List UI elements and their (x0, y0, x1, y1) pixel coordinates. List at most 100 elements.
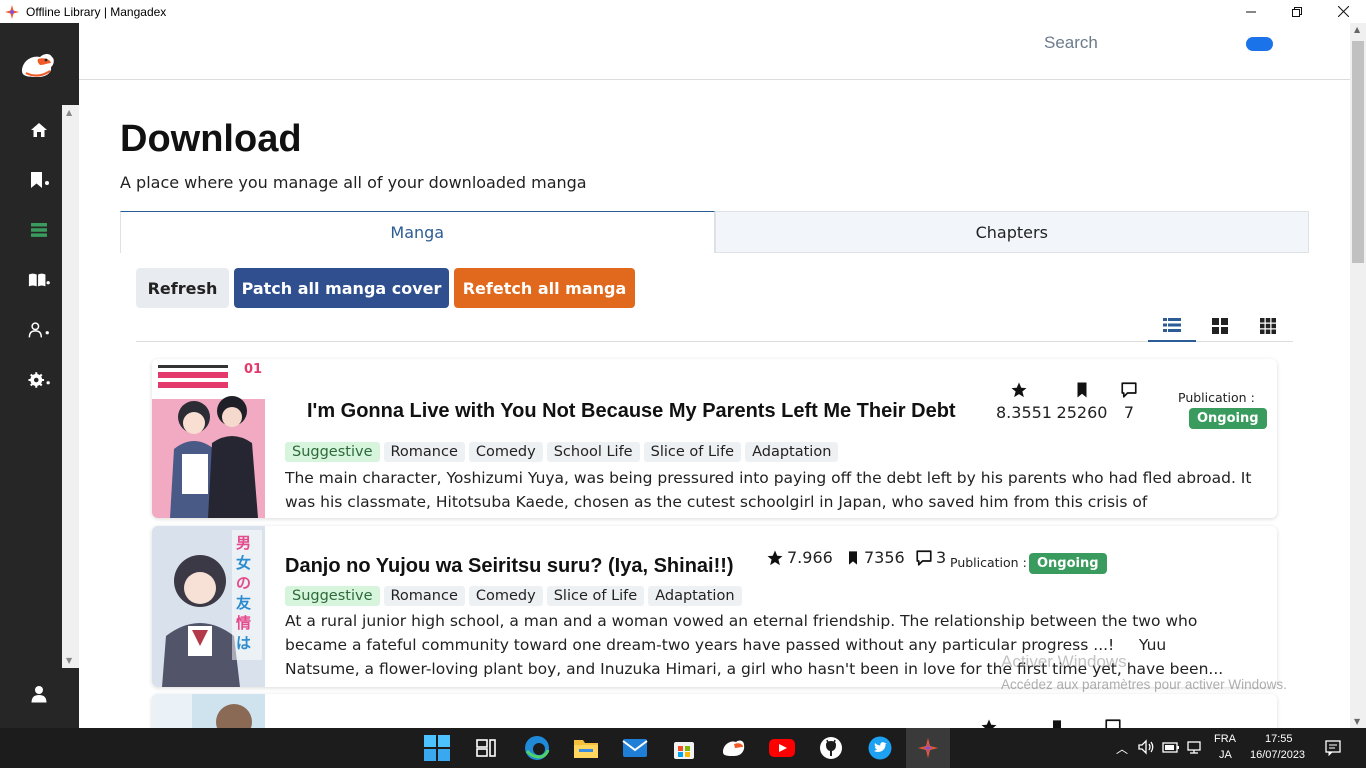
tray-chevron-icon[interactable]: ︿ (1116, 740, 1128, 757)
status-badge: Ongoing (1029, 553, 1107, 574)
svg-text:は: は (236, 634, 251, 652)
bookmark-icon (1053, 720, 1061, 728)
bookmark-icon (849, 550, 857, 565)
search-input[interactable] (1044, 32, 1214, 54)
grid-small-view-icon[interactable] (1244, 310, 1292, 342)
tag-list: Suggestive Romance Comedy Slice of Life … (285, 586, 742, 606)
comments-stat: 7 (1116, 381, 1142, 422)
user-icon[interactable] (28, 683, 50, 705)
bookmark-icon[interactable] (28, 169, 50, 191)
rating-value: 7.966 (787, 548, 833, 567)
bookmark-icon (1077, 382, 1087, 398)
comments-stat: 3 (915, 548, 946, 567)
network-icon[interactable] (1186, 740, 1202, 757)
notifications-icon[interactable] (1325, 740, 1341, 759)
tag-suggestive[interactable]: Suggestive (285, 442, 380, 462)
tab-chapters[interactable]: Chapters (714, 211, 1309, 253)
rating-stat: 7.966 (766, 548, 833, 567)
book-open-icon[interactable] (28, 269, 50, 291)
mangadex-app-icon[interactable] (719, 734, 747, 762)
grid-large-view-icon[interactable] (1196, 310, 1244, 342)
minimize-button[interactable] (1228, 0, 1274, 23)
manga-title[interactable]: Danjo no Yujou wa Seiritsu suru? (Iya, S… (285, 555, 734, 578)
tag-slice-of-life[interactable]: Slice of Life (643, 442, 742, 462)
taskbar: ︿ FRA JA 17:55 16/07/2023 (0, 728, 1366, 768)
comment-icon (1121, 382, 1137, 398)
app-logo-icon (5, 4, 19, 19)
svg-text:友: 友 (236, 594, 251, 612)
publication-label: Publication : (950, 555, 1027, 570)
view-mode-bar (136, 306, 1293, 342)
star-icon (981, 719, 997, 728)
list-view-icon[interactable] (1148, 310, 1196, 342)
manga-card[interactable] (152, 694, 1277, 728)
comment-icon (1105, 719, 1121, 728)
comment-icon (916, 549, 932, 566)
clock-time[interactable]: 17:55 (1265, 733, 1293, 745)
twitter-icon[interactable] (866, 734, 894, 762)
scroll-up-icon[interactable]: ▲ (66, 108, 72, 117)
download-list-icon[interactable] (28, 219, 50, 241)
rating-value: 8.3551 (996, 403, 1052, 422)
refresh-button[interactable]: Refresh (136, 268, 229, 308)
status-badge: Ongoing (1189, 408, 1267, 429)
tag-school-life[interactable]: School Life (546, 442, 640, 462)
follows-stat: 25260 (1056, 381, 1108, 422)
home-icon[interactable] (28, 119, 50, 141)
store-icon[interactable] (670, 734, 698, 762)
scroll-down-icon[interactable]: ▼ (66, 656, 72, 665)
tag-romance[interactable]: Romance (383, 442, 465, 462)
tag-romance[interactable]: Romance (383, 586, 465, 606)
sidebar-scrollbar[interactable]: ▲ ▼ (62, 105, 79, 668)
patch-all-covers-button[interactable]: Patch all manga cover (234, 268, 449, 308)
volume-icon[interactable] (1138, 739, 1156, 758)
main-content: Download A place where you manage all of… (79, 80, 1350, 728)
file-explorer-icon[interactable] (572, 734, 600, 762)
language-top[interactable]: FRA (1214, 733, 1236, 745)
svg-text:01: 01 (244, 362, 262, 377)
follows-stat: 7356 (845, 548, 905, 567)
tag-suggestive[interactable]: Suggestive (285, 586, 380, 606)
restore-button[interactable] (1274, 0, 1320, 23)
tag-list: Suggestive Romance Comedy School Life Sl… (285, 442, 839, 462)
language-bottom[interactable]: JA (1219, 749, 1232, 761)
window-title-bar: Offline Library | Mangadex (0, 0, 1366, 23)
main-scrollbar[interactable]: ▲ ▼ (1350, 23, 1366, 728)
task-view-icon[interactable] (472, 734, 500, 762)
tab-manga[interactable]: Manga (120, 211, 715, 253)
settings-icon[interactable] (28, 369, 50, 391)
manga-cover[interactable]: 01 (152, 359, 265, 518)
battery-icon[interactable] (1162, 740, 1180, 757)
manga-card[interactable]: 01 I'm Gonna Live with You Not Because M… (152, 359, 1277, 518)
scrollbar-thumb[interactable] (1352, 41, 1364, 263)
comments-value: 7 (1123, 403, 1135, 422)
window-title: Offline Library | Mangadex (26, 4, 167, 19)
close-button[interactable] (1320, 0, 1366, 23)
mangadex-logo-icon[interactable] (18, 49, 58, 81)
youtube-icon[interactable] (768, 734, 796, 762)
tag-comedy[interactable]: Comedy (468, 442, 543, 462)
mail-icon[interactable] (621, 734, 649, 762)
tag-slice-of-life[interactable]: Slice of Life (546, 586, 645, 606)
scroll-down-icon[interactable]: ▼ (1354, 717, 1360, 726)
refetch-all-button[interactable]: Refetch all manga (454, 268, 635, 308)
publication-label: Publication : (1178, 390, 1255, 405)
clock-date[interactable]: 16/07/2023 (1250, 749, 1305, 761)
tag-adaptation[interactable]: Adaptation (745, 442, 839, 462)
tag-comedy[interactable]: Comedy (468, 586, 543, 606)
top-header (79, 23, 1350, 80)
svg-text:男: 男 (236, 534, 251, 552)
manga-title[interactable]: I'm Gonna Live with You Not Because My P… (307, 400, 956, 423)
manga-cover[interactable]: 男 女 の 友 情 は (152, 526, 265, 687)
start-icon[interactable] (423, 734, 451, 762)
users-icon[interactable] (28, 319, 50, 341)
rating-stat: 8.3551 (996, 381, 1052, 422)
github-icon[interactable] (817, 734, 845, 762)
offline-library-app-icon[interactable] (914, 734, 942, 762)
edge-icon[interactable] (523, 734, 551, 762)
scroll-up-icon[interactable]: ▲ (1354, 25, 1360, 34)
theme-toggle[interactable] (1246, 37, 1273, 51)
manga-cover[interactable] (152, 694, 265, 728)
svg-text:情: 情 (236, 614, 251, 632)
tag-adaptation[interactable]: Adaptation (648, 586, 742, 606)
